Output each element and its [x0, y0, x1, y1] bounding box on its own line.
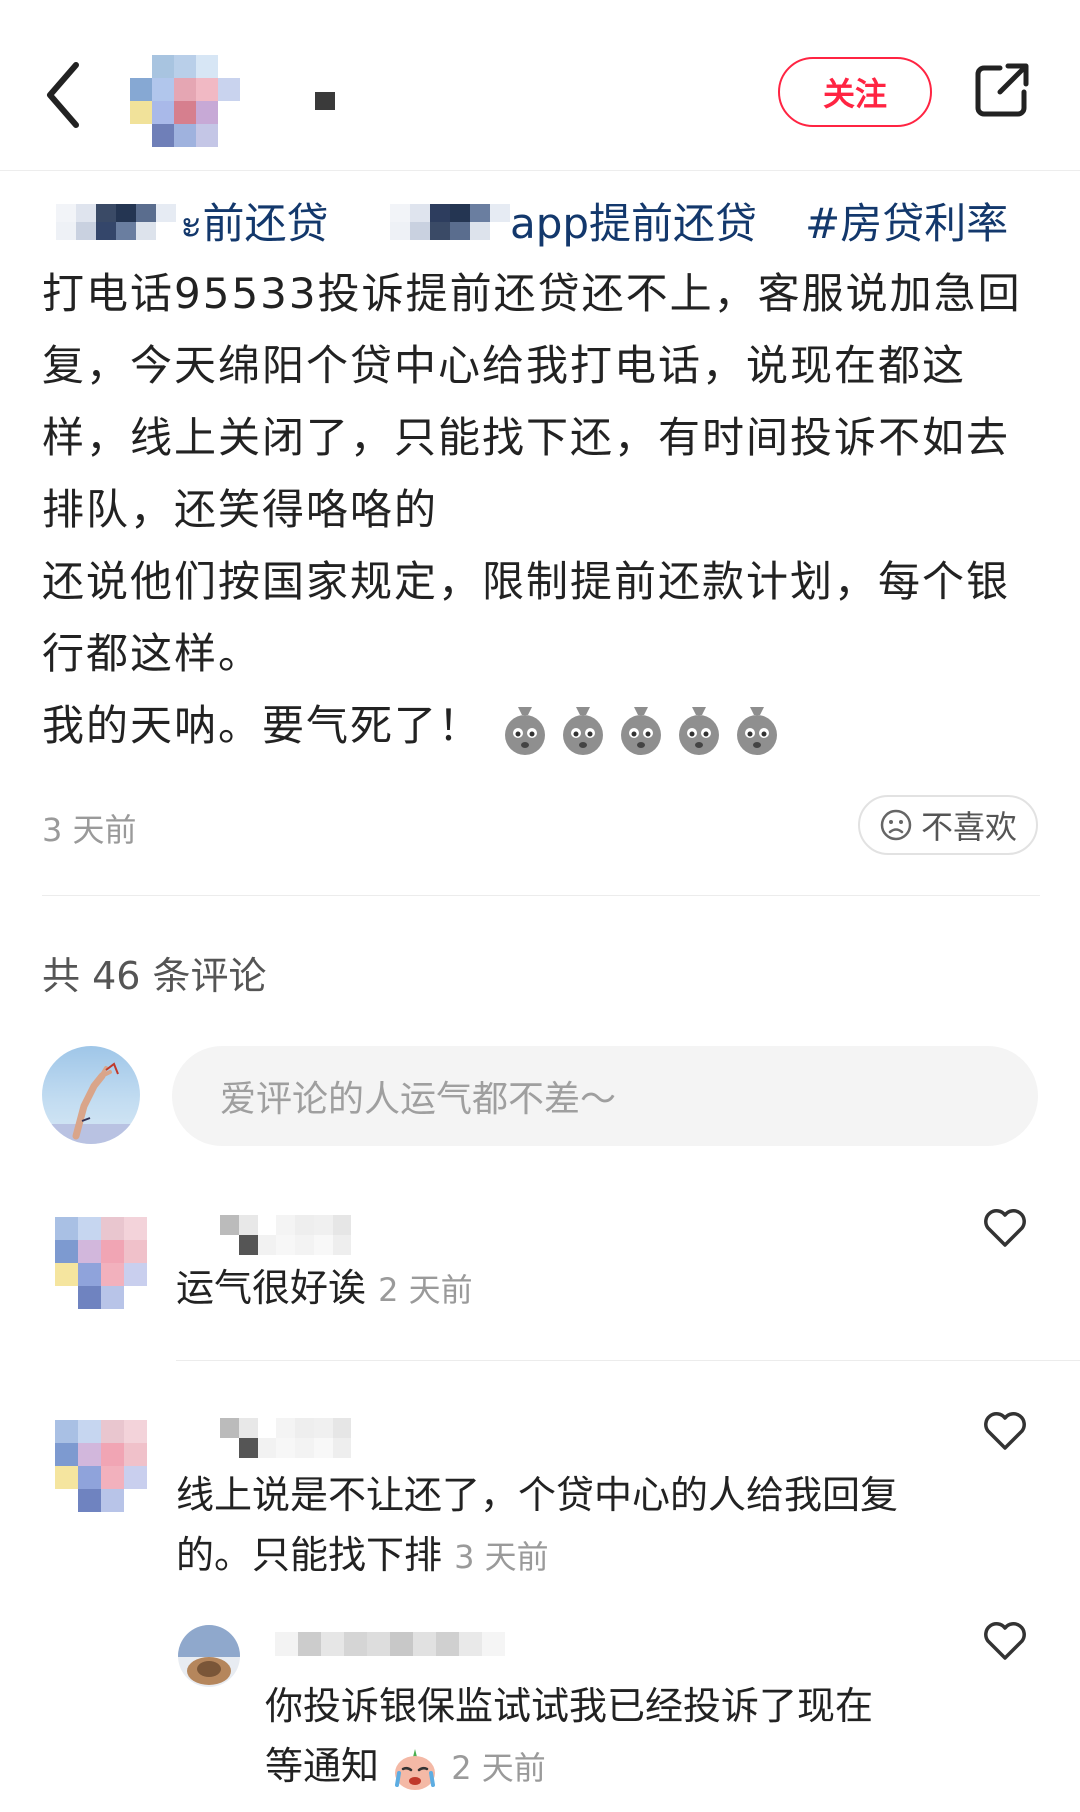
chevron-left-icon — [47, 62, 79, 128]
share-button[interactable] — [970, 58, 1034, 122]
section-divider — [42, 895, 1040, 896]
topic-tags: ะ前还贷 app提前还贷 #房贷利率 — [40, 190, 1070, 250]
like-button[interactable] — [980, 1615, 1030, 1665]
heart-outline-icon — [984, 1209, 1026, 1247]
reply-avatar[interactable] — [178, 1625, 240, 1687]
reply-line-2: 等通知 — [265, 1744, 380, 1788]
author-name[interactable] — [315, 92, 335, 110]
commenter-avatar[interactable] — [55, 1420, 147, 1512]
money-bag-emoji-icon — [621, 706, 662, 755]
money-bag-emoji-icon — [505, 706, 546, 755]
comment-input[interactable]: 爱评论的人运气都不差～ — [172, 1046, 1038, 1146]
reply-text: 你投诉银保监试试我已经投诉了现在 等通知 2 天前 — [265, 1676, 965, 1798]
dislike-label: 不喜欢 — [920, 808, 1017, 846]
reply-line-2-wrap: 等通知 2 天前 — [265, 1736, 965, 1798]
tag-3[interactable]: #房贷利率 — [805, 190, 1008, 251]
comment-text: 运气很好诶 2 天前 — [176, 1258, 473, 1320]
like-button[interactable] — [980, 1405, 1030, 1455]
post-paragraph-3: 我的天呐。要气死了！ — [42, 690, 1042, 762]
comment-2-line-2-wrap: 的。只能找下排 3 天前 — [176, 1525, 976, 1587]
comment-input-placeholder: 爱评论的人运气都不差～ — [220, 1079, 617, 1120]
comment-2-line-2: 的。只能找下排 — [176, 1533, 443, 1577]
money-bag-emoji-icon — [679, 706, 720, 755]
commenter-avatar[interactable] — [55, 1217, 147, 1309]
share-external-icon — [975, 63, 1029, 117]
sad-face-icon — [880, 809, 912, 841]
tag-blur-2 — [390, 204, 510, 240]
heart-outline-icon — [984, 1412, 1026, 1450]
post-content: 打电话95533投诉提前还贷还不上，客服说加急回复，今天绵阳个贷中心给我打电话，… — [42, 258, 1042, 762]
crying-emoji-icon — [395, 1748, 436, 1790]
money-bag-emoji-icon — [563, 706, 604, 755]
heart-outline-icon — [984, 1622, 1026, 1660]
reply-time: 2 天前 — [451, 1749, 546, 1787]
comment-text: 线上说是不让还了，个贷中心的人给我回复 的。只能找下排 3 天前 — [176, 1465, 976, 1587]
reply-line-1: 你投诉银保监试试我已经投诉了现在 — [265, 1684, 874, 1728]
author-avatar[interactable] — [130, 55, 240, 147]
reply-name[interactable] — [275, 1632, 505, 1656]
money-bag-emoji-icon — [737, 706, 778, 755]
comment-1-time: 2 天前 — [378, 1271, 473, 1309]
post-paragraph-3-text: 我的天呐。要气死了！ — [42, 701, 483, 750]
reply-avatar-image — [178, 1625, 240, 1685]
post-paragraph-1: 打电话95533投诉提前还贷还不上，客服说加急回复，今天绵阳个贷中心给我打电话，… — [42, 269, 1022, 534]
post-paragraph-2: 还说他们按国家规定，限制提前还款计划，每个银行都这样。 — [42, 557, 1011, 678]
comment-2-line-1: 线上说是不让还了，个贷中心的人给我回复 — [176, 1473, 899, 1517]
comment-2-time: 3 天前 — [454, 1538, 549, 1576]
like-button[interactable] — [980, 1202, 1030, 1252]
tag-1[interactable]: ะ前还贷 — [180, 190, 329, 257]
back-button[interactable] — [40, 55, 90, 135]
header-divider — [0, 170, 1080, 171]
tag-2[interactable]: app提前还贷 — [510, 190, 757, 251]
avatar-image — [42, 1062, 140, 1144]
post-time: 3 天前 — [42, 811, 137, 849]
commenter-name[interactable] — [220, 1215, 370, 1255]
comment-count: 共 46 条评论 — [42, 954, 267, 998]
follow-button[interactable]: 关注 — [778, 57, 932, 127]
my-avatar[interactable] — [42, 1046, 140, 1144]
tag-blur-1 — [56, 204, 176, 240]
commenter-name[interactable] — [220, 1418, 370, 1458]
dislike-button[interactable]: 不喜欢 — [858, 795, 1038, 855]
comment-1-text: 运气很好诶 — [176, 1266, 367, 1310]
emoji-group — [500, 701, 782, 757]
comment-divider — [176, 1360, 1080, 1361]
